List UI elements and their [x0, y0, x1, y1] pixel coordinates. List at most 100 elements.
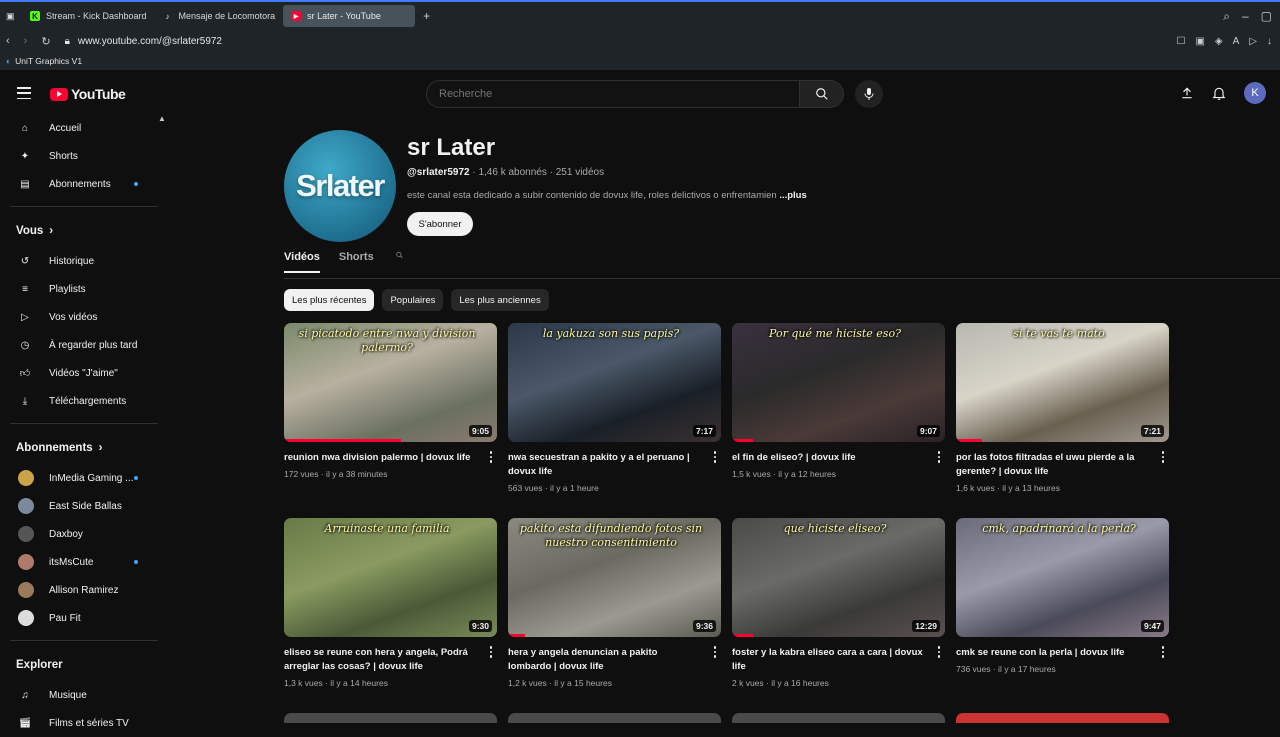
sidebar-item-subs[interactable]: InMedia Gaming ... [0, 464, 168, 492]
browser-menu-icon[interactable]: ▣ [0, 5, 22, 27]
channel-tabs: Vidéos Shorts [284, 250, 406, 273]
video-title[interactable]: nwa secuestran a pakito y a el peruano |… [508, 451, 699, 479]
sidebar-section-you[interactable]: Vous › [0, 215, 168, 247]
back-icon[interactable]: ‹ [6, 35, 10, 48]
more-options-icon[interactable] [1159, 646, 1167, 658]
tab-shorts[interactable]: Shorts [339, 251, 374, 273]
sidebar-item-you[interactable]: ▷ Vos vidéos [0, 303, 168, 331]
sidebar-section-subscriptions[interactable]: Abonnements › [0, 432, 168, 464]
video-card[interactable]: la yakuza son sus papis? 7:17 nwa secuestr… [508, 323, 721, 518]
sort-chip[interactable]: Populaires [382, 289, 444, 311]
lock-icon[interactable]: 🔒︎ [65, 36, 70, 47]
more-link[interactable]: ...plus [779, 190, 806, 201]
sidebar-item-label: Pau Fit [49, 612, 81, 624]
video-thumbnail[interactable]: Arruinaste una familia 9:30 [284, 518, 497, 637]
sidebar-item-subs[interactable]: Daxboy [0, 520, 168, 548]
browser-tab[interactable]: ♪ Mensaje de Locomotora [155, 5, 284, 27]
youtube-logo[interactable]: YouTube [50, 86, 126, 102]
sidebar-item-you[interactable]: ↺ Historique [0, 247, 168, 275]
video-thumbnail[interactable]: pakito esta difundiendo fotos sin nuestr… [508, 518, 721, 637]
sidebar-item-subs[interactable]: Pau Fit [0, 604, 168, 632]
new-content-dot [134, 476, 138, 480]
video-card[interactable]: pakito esta difundiendo fotos sin nuestr… [508, 518, 721, 713]
tabs-divider [284, 278, 1280, 279]
video-meta: 1,5 k vues · il y a 12 heures [732, 469, 836, 479]
sidebar-item-explore[interactable]: 🎬︎ Films et séries TV [0, 709, 168, 737]
search-tabs-icon[interactable]: ⌕ [1223, 9, 1230, 24]
channel-search-icon[interactable] [393, 250, 406, 273]
shield-icon[interactable]: ◈ [1215, 36, 1223, 47]
sidebar-item-you[interactable]: ⤓ Téléchargements [0, 387, 168, 415]
more-options-icon[interactable] [487, 646, 495, 658]
channel-avatar[interactable]: Srlater [284, 130, 396, 242]
upload-icon[interactable] [1180, 86, 1194, 100]
browser-tab[interactable]: K Stream - Kick Dashboard [22, 5, 155, 27]
thumbnail-peek[interactable] [284, 713, 497, 723]
video-thumbnail[interactable]: si picatodo entre nwa y division palermo… [284, 323, 497, 442]
search-input[interactable] [426, 80, 800, 108]
video-thumbnail[interactable]: que hiciste eliseo? 12:29 [732, 518, 945, 637]
extension-icon[interactable]: ▣ [1195, 36, 1204, 47]
video-card[interactable]: que hiciste eliseo? 12:29 foster y la kabr… [732, 518, 945, 713]
more-options-icon[interactable] [1159, 451, 1167, 463]
more-options-icon[interactable] [711, 646, 719, 658]
video-title[interactable]: hera y angela denuncian a pakito lombard… [508, 646, 699, 674]
sidebar-item-subs[interactable]: Allison Ramirez [0, 576, 168, 604]
video-thumbnail[interactable]: si te vas te mato 7:21 [956, 323, 1169, 442]
sidebar-item-main[interactable]: ✦ Shorts [0, 142, 168, 170]
maximize-icon[interactable]: ▢ [1261, 9, 1272, 24]
sidebar-item-you[interactable]: ≡ Playlists [0, 275, 168, 303]
voice-search-button[interactable] [855, 80, 883, 108]
sidebar-item-subs[interactable]: East Side Ballas [0, 492, 168, 520]
bookmark-item[interactable]: UniT Graphics V1 [15, 56, 82, 66]
subscribe-button[interactable]: S'abonner [407, 212, 473, 236]
sidebar-item-main[interactable]: ⌂ Accueil [0, 114, 168, 142]
notifications-bell-icon[interactable] [1212, 86, 1226, 101]
reload-icon[interactable]: ↻ [41, 35, 50, 48]
new-tab-button[interactable]: + [415, 9, 438, 23]
video-card[interactable]: cmk, apadrinará a la perla? 9:47 cmk se re… [956, 518, 1169, 713]
thumbnail-peek[interactable] [732, 713, 945, 723]
browser-tab[interactable]: ▶ sr Later - YouTube [283, 5, 416, 27]
thumbnail-peek[interactable] [508, 713, 721, 723]
more-options-icon[interactable] [711, 451, 719, 463]
video-thumbnail[interactable]: Por qué me hiciste eso? 9:07 [732, 323, 945, 442]
video-title[interactable]: foster y la kabra eliseo cara a cara | d… [732, 646, 923, 674]
like-icon: 👍︎ [19, 368, 31, 379]
search-button[interactable] [800, 80, 844, 108]
video-card[interactable]: Arruinaste una familia 9:30 eliseo se reun… [284, 518, 497, 713]
more-options-icon[interactable] [935, 646, 943, 658]
video-thumbnail[interactable]: la yakuza son sus papis? 7:17 [508, 323, 721, 442]
thumbnail-peek[interactable] [956, 713, 1169, 723]
send-icon[interactable]: ▷ [1249, 36, 1257, 47]
translate-icon[interactable]: A [1233, 36, 1240, 47]
tab-videos[interactable]: Vidéos [284, 251, 320, 273]
sidebar-item-you[interactable]: 👍︎ Vidéos "J'aime" [0, 359, 168, 387]
more-options-icon[interactable] [487, 451, 495, 463]
video-card[interactable]: Por qué me hiciste eso? 9:07 el fin de eli… [732, 323, 945, 518]
sidebar-item-main[interactable]: ▤ Abonnements [0, 170, 168, 198]
video-card[interactable]: si picatodo entre nwa y division palermo… [284, 323, 497, 518]
sidebar-item-label: Daxboy [49, 528, 83, 540]
download-icon-browser[interactable]: ↓ [1267, 36, 1272, 47]
more-options-icon[interactable] [935, 451, 943, 463]
bookmark-icon[interactable]: ☐ [1177, 36, 1186, 47]
video-title[interactable]: el fin de eliseo? | dovux life [732, 451, 923, 465]
video-title[interactable]: cmk se reune con la perla | dovux life [956, 646, 1147, 660]
sidebar-item-subs[interactable]: itsMsCute [0, 548, 168, 576]
video-title[interactable]: reunion nwa division palermo | dovux lif… [284, 451, 475, 465]
video-title[interactable]: por las fotos filtradas el uwu pierde a … [956, 451, 1147, 479]
channel-description[interactable]: este canal esta dedicado a subir conteni… [407, 190, 827, 201]
video-title[interactable]: eliseo se reune con hera y angela, Podrá… [284, 646, 475, 674]
sort-chip[interactable]: Les plus récentes [284, 289, 375, 311]
url-text[interactable]: www.youtube.com/@srlater5972 [78, 36, 222, 47]
sidebar-item-explore[interactable]: ♫ Musique [0, 681, 168, 709]
hamburger-menu-icon[interactable] [17, 87, 31, 99]
sort-chip[interactable]: Les plus anciennes [451, 289, 549, 311]
sidebar-item-you[interactable]: ◷ À regarder plus tard [0, 331, 168, 359]
forward-icon[interactable]: › [24, 35, 28, 48]
account-avatar[interactable]: K [1244, 82, 1266, 104]
video-card[interactable]: si te vas te mato 7:21 por las fotos filtr… [956, 323, 1169, 518]
minimize-icon[interactable]: – [1242, 9, 1249, 24]
video-thumbnail[interactable]: cmk, apadrinará a la perla? 9:47 [956, 518, 1169, 637]
